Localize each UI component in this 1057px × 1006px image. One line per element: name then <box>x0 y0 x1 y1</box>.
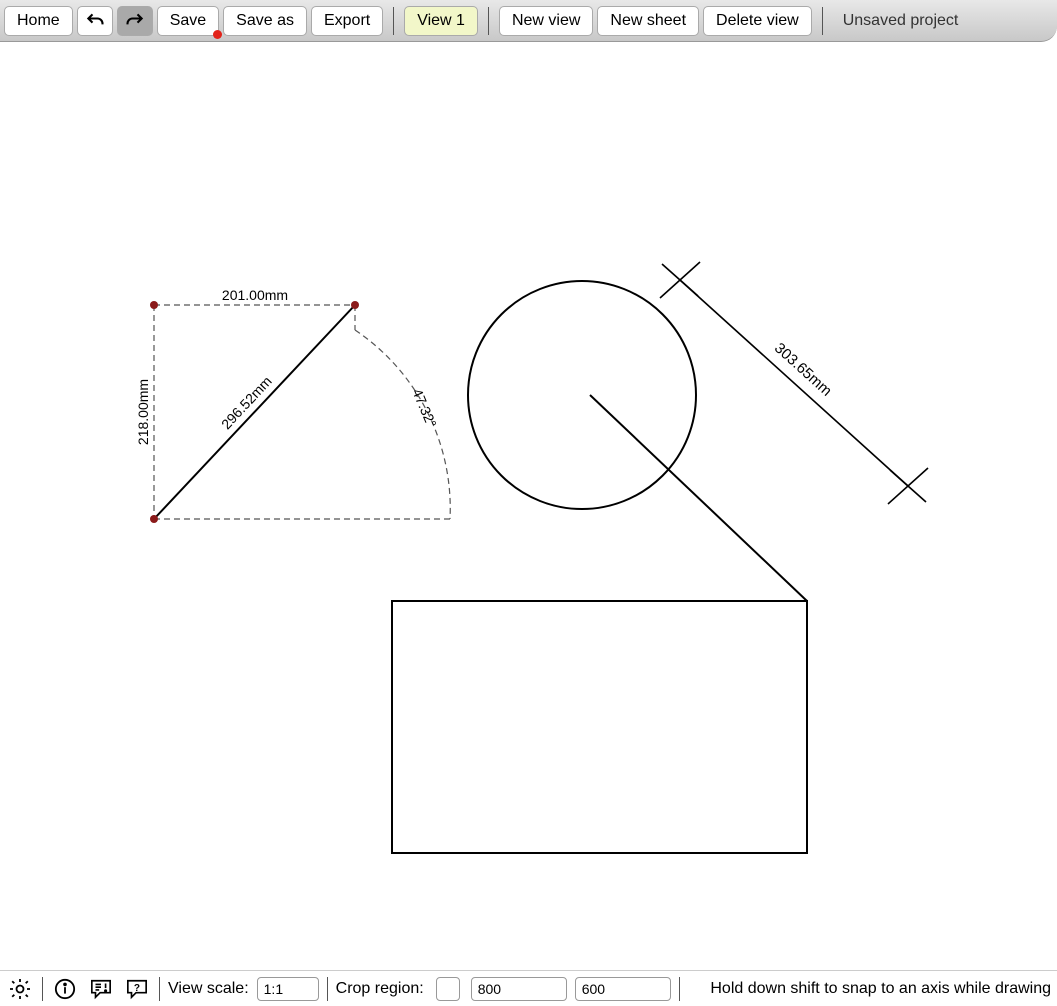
help-button[interactable]: ? <box>123 975 151 1003</box>
separator <box>42 977 43 1001</box>
crop-checkbox[interactable] <box>436 977 460 1001</box>
crop-region-label: Crop region: <box>336 980 424 998</box>
delete-view-button[interactable]: Delete view <box>703 6 812 36</box>
crop-width-input[interactable] <box>471 977 567 1001</box>
project-title: Unsaved project <box>833 12 969 30</box>
feedback-button[interactable] <box>87 975 115 1003</box>
status-bar: ? View scale: Crop region: Hold down shi… <box>0 970 1057 1006</box>
drawing-canvas[interactable]: 201.00mm 218.00mm 296.52mm 47.32° 303.65… <box>0 42 1057 970</box>
separator <box>327 977 328 1001</box>
shape-circle[interactable] <box>468 281 696 509</box>
export-button[interactable]: Export <box>311 6 383 36</box>
new-view-button[interactable]: New view <box>499 6 593 36</box>
selected-line-group: 201.00mm 218.00mm 296.52mm 47.32° <box>135 287 450 523</box>
save-as-button[interactable]: Save as <box>223 6 307 36</box>
unsaved-indicator <box>213 30 222 39</box>
shape-line-2[interactable] <box>680 280 807 601</box>
separator <box>393 7 394 35</box>
gear-icon <box>8 977 32 1001</box>
redo-button[interactable] <box>117 6 153 36</box>
info-icon <box>54 978 76 1000</box>
dim-diag-text: 296.52mm <box>218 373 275 432</box>
home-button[interactable]: Home <box>4 6 73 36</box>
canvas-svg: 201.00mm 218.00mm 296.52mm 47.32° 303.65… <box>0 42 1057 970</box>
save-label: Save <box>170 12 206 30</box>
crop-height-input[interactable] <box>575 977 671 1001</box>
separator <box>159 977 160 1001</box>
shape-rectangle[interactable] <box>392 601 807 853</box>
separator <box>679 977 680 1001</box>
dim-top-text: 201.00mm <box>222 287 288 303</box>
svg-text:?: ? <box>134 982 140 993</box>
status-hint: Hold down shift to snap to an axis while… <box>710 980 1051 998</box>
aligned-dimension[interactable]: 303.65mm <box>660 262 928 504</box>
view-scale-label: View scale: <box>168 980 249 998</box>
speech-exclaim-icon <box>89 978 113 1000</box>
save-button[interactable]: Save <box>157 6 219 36</box>
view-tab-1[interactable]: View 1 <box>404 6 478 36</box>
view-scale-input[interactable] <box>257 977 319 1001</box>
undo-button[interactable] <box>77 6 113 36</box>
settings-button[interactable] <box>6 975 34 1003</box>
top-toolbar: Home Save Save as Export View 1 New view… <box>0 0 1057 42</box>
undo-icon <box>85 11 105 31</box>
speech-question-icon: ? <box>125 978 149 1000</box>
dim-left-text: 218.00mm <box>135 379 151 445</box>
separator <box>488 7 489 35</box>
info-button[interactable] <box>51 975 79 1003</box>
separator <box>822 7 823 35</box>
shape-line-1[interactable] <box>590 395 807 601</box>
dim-angle-text: 47.32° <box>409 386 440 430</box>
redo-icon <box>125 11 145 31</box>
new-sheet-button[interactable]: New sheet <box>597 6 699 36</box>
